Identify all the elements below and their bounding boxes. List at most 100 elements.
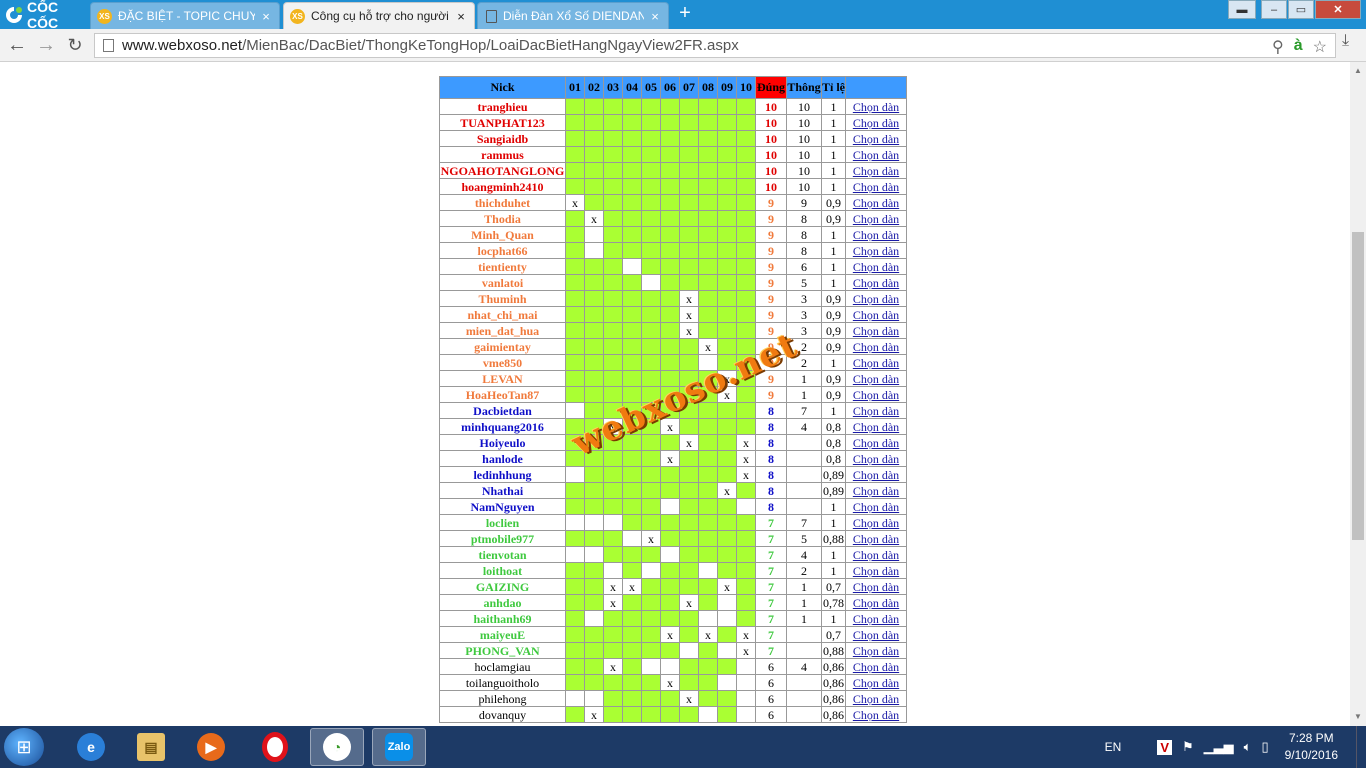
flag-icon[interactable]: ⚑	[1182, 739, 1194, 755]
ie-icon[interactable]: e	[64, 728, 118, 766]
reload-icon[interactable]: ↻	[64, 34, 86, 56]
chon-dan-link[interactable]: Chọn dàn	[853, 292, 899, 306]
coccoc-brand[interactable]: CỐC CỐC	[0, 0, 90, 31]
chon-dan-link[interactable]: Chọn dàn	[853, 628, 899, 642]
mark-cell	[622, 178, 642, 195]
tab-dac-biet[interactable]: XS ĐẶC BIỆT - TOPIC CHUYÊN ×	[90, 2, 280, 29]
zoom-icon[interactable]: ⚲	[1272, 37, 1284, 57]
chon-dan-link[interactable]: Chọn dàn	[853, 116, 899, 130]
thong-cell: 9	[786, 194, 822, 211]
language-indicator[interactable]: EN	[1105, 740, 1122, 754]
mark-cell	[736, 162, 756, 179]
close-window-icon[interactable]: ✕	[1315, 0, 1361, 19]
chon-dan-link[interactable]: Chọn dàn	[853, 244, 899, 258]
chon-dan-link[interactable]: Chọn dàn	[853, 596, 899, 610]
mark-cell	[603, 530, 623, 547]
scroll-down-icon[interactable]: ▼	[1354, 712, 1362, 721]
link-cell: Chọn dàn	[845, 306, 907, 323]
bookmark-star-icon[interactable]: ☆	[1313, 37, 1327, 57]
clock[interactable]: 7:28 PM 9/10/2016	[1285, 730, 1338, 764]
opera-icon[interactable]	[248, 728, 302, 766]
mark-cell	[679, 578, 699, 595]
mark-cell	[660, 690, 680, 707]
chon-dan-link[interactable]: Chọn dàn	[853, 180, 899, 194]
close-icon[interactable]: ×	[648, 9, 662, 24]
chon-dan-link[interactable]: Chọn dàn	[853, 228, 899, 242]
chon-dan-link[interactable]: Chọn dàn	[853, 548, 899, 562]
chon-dan-link[interactable]: Chọn dàn	[853, 500, 899, 514]
forward-arrow-icon[interactable]: →	[35, 34, 57, 56]
chon-dan-link[interactable]: Chọn dàn	[853, 580, 899, 594]
chon-dan-link[interactable]: Chọn dàn	[853, 308, 899, 322]
minimize-icon[interactable]: –	[1261, 0, 1287, 19]
chon-dan-link[interactable]: Chọn dàn	[853, 324, 899, 338]
chon-dan-link[interactable]: Chọn dàn	[853, 372, 899, 386]
vertical-scrollbar[interactable]: ▲ ▼	[1350, 62, 1366, 726]
dung-cell: 7	[755, 642, 787, 659]
mark-cell	[660, 354, 680, 371]
antivirus-icon[interactable]: V	[1157, 739, 1172, 755]
chon-dan-link[interactable]: Chọn dàn	[853, 340, 899, 354]
chon-dan-link[interactable]: Chọn dàn	[853, 276, 899, 290]
chon-dan-link[interactable]: Chọn dàn	[853, 260, 899, 274]
close-icon[interactable]: ×	[454, 9, 468, 24]
new-tab-icon[interactable]: +	[676, 3, 694, 24]
chon-dan-link[interactable]: Chọn dàn	[853, 148, 899, 162]
address-bar[interactable]: www.webxoso.net/MienBac/DacBiet/ThongKeT…	[94, 33, 1336, 58]
chon-dan-link[interactable]: Chọn dàn	[853, 404, 899, 418]
chon-dan-link[interactable]: Chọn dàn	[853, 388, 899, 402]
chon-dan-link[interactable]: Chọn dàn	[853, 164, 899, 178]
menu-icon[interactable]: ▬	[1228, 0, 1256, 19]
mark-cell	[679, 674, 699, 691]
thong-cell	[786, 482, 822, 499]
taskbar: ⊞ e ▤ ▶ ◔ Zalo EN V ⚑ ▁▃▅ 🔈︎ ▯ 7:28 PM 9…	[0, 726, 1366, 768]
chon-dan-link[interactable]: Chọn dàn	[853, 692, 899, 706]
chon-dan-link[interactable]: Chọn dàn	[853, 564, 899, 578]
download-icon[interactable]: ⤓	[1342, 32, 1349, 50]
explorer-icon[interactable]: ▤	[124, 728, 178, 766]
coccoc-icon[interactable]: ◔	[310, 728, 364, 766]
chon-dan-link[interactable]: Chọn dàn	[853, 644, 899, 658]
mark-cell	[736, 274, 756, 291]
chon-dan-link[interactable]: Chọn dàn	[853, 708, 899, 722]
table-row: anhdao x x 7 1 0,78 Chọn dàn	[439, 594, 907, 611]
chon-dan-link[interactable]: Chọn dàn	[853, 196, 899, 210]
chon-dan-link[interactable]: Chọn dàn	[853, 468, 899, 482]
media-player-icon[interactable]: ▶	[184, 728, 238, 766]
tab-dien-dan[interactable]: Diễn Đàn Xổ Số DIENDAN ×	[477, 2, 669, 29]
mark-cell	[565, 466, 585, 483]
zalo-icon[interactable]: Zalo	[372, 728, 426, 766]
chon-dan-link[interactable]: Chọn dàn	[853, 676, 899, 690]
chon-dan-link[interactable]: Chọn dàn	[853, 532, 899, 546]
mark-cell	[717, 98, 737, 115]
chon-dan-link[interactable]: Chọn dàn	[853, 516, 899, 530]
translate-icon[interactable]: à	[1294, 37, 1303, 57]
mark-cell	[584, 658, 604, 675]
maximize-icon[interactable]: ▭	[1288, 0, 1314, 19]
chon-dan-link[interactable]: Chọn dàn	[853, 100, 899, 114]
chon-dan-link[interactable]: Chọn dàn	[853, 484, 899, 498]
chon-dan-link[interactable]: Chọn dàn	[853, 132, 899, 146]
tab-cong-cu[interactable]: XS Công cụ hỗ trợ cho người ×	[283, 2, 475, 29]
scroll-up-icon[interactable]: ▲	[1354, 66, 1362, 75]
volume-icon[interactable]: 🔈︎	[1244, 739, 1252, 755]
mark-cell	[698, 354, 718, 371]
chon-dan-link[interactable]: Chọn dàn	[853, 612, 899, 626]
mark-cell	[622, 450, 642, 467]
show-desktop-button[interactable]	[1356, 726, 1366, 768]
battery-icon[interactable]: ▯	[1261, 739, 1268, 755]
mark-cell: x	[717, 482, 737, 499]
back-arrow-icon[interactable]: ←	[6, 34, 28, 56]
windows-start-icon[interactable]: ⊞	[4, 728, 44, 766]
close-icon[interactable]: ×	[259, 9, 273, 24]
dung-cell: 7	[755, 578, 787, 595]
chon-dan-link[interactable]: Chọn dàn	[853, 212, 899, 226]
chon-dan-link[interactable]: Chọn dàn	[853, 356, 899, 370]
network-icon[interactable]: ▁▃▅	[1204, 739, 1234, 755]
chon-dan-link[interactable]: Chọn dàn	[853, 436, 899, 450]
chon-dan-link[interactable]: Chọn dàn	[853, 420, 899, 434]
mark-cell	[679, 386, 699, 403]
chon-dan-link[interactable]: Chọn dàn	[853, 452, 899, 466]
scrollbar-thumb[interactable]	[1352, 232, 1364, 540]
chon-dan-link[interactable]: Chọn dàn	[853, 660, 899, 674]
